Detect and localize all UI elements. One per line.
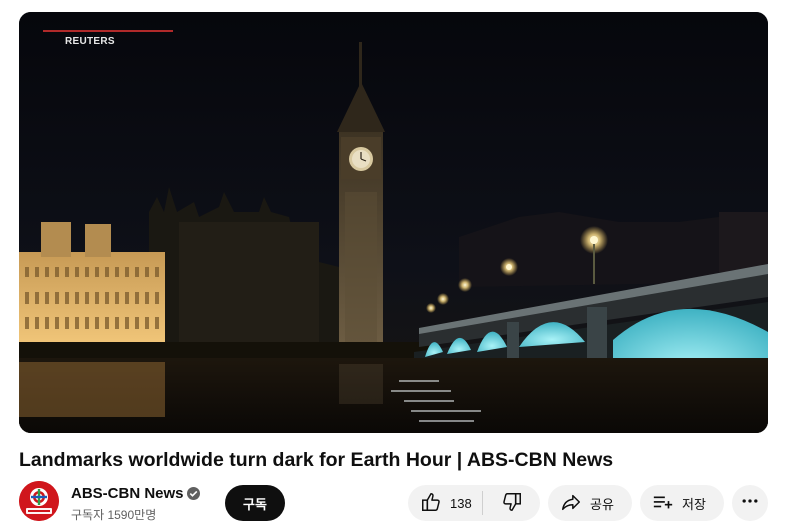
like-dislike-group: 138 — [408, 485, 540, 521]
abs-cbn-logo — [19, 481, 59, 521]
reuters-accent-bar — [43, 30, 173, 32]
more-actions-button[interactable] — [732, 485, 768, 521]
save-label: 저장 — [682, 496, 706, 512]
thumbs-down-icon — [501, 491, 523, 516]
video-player[interactable]: REUTERS — [19, 12, 768, 433]
check-circle-icon — [187, 487, 200, 500]
subscriber-count: 구독자 1590만명 — [71, 508, 157, 522]
video-frame — [19, 12, 768, 433]
share-label: 공유 — [590, 496, 614, 512]
subscribe-button[interactable]: 구독 — [225, 485, 285, 521]
playlist-add-icon — [652, 491, 674, 516]
channel-name[interactable]: ABS-CBN News — [71, 485, 184, 502]
video-title: Landmarks worldwide turn dark for Earth … — [19, 449, 614, 471]
channel-avatar[interactable] — [19, 481, 59, 521]
reuters-watermark: REUTERS — [65, 36, 115, 47]
share-button[interactable]: 공유 — [548, 485, 632, 521]
like-count: 138 — [450, 495, 472, 511]
save-button[interactable]: 저장 — [640, 485, 724, 521]
dislike-button[interactable] — [483, 485, 540, 521]
thumbs-up-icon — [420, 491, 442, 516]
more-horizontal-icon — [740, 491, 760, 516]
like-button[interactable]: 138 — [408, 485, 482, 521]
share-arrow-icon — [560, 491, 582, 516]
